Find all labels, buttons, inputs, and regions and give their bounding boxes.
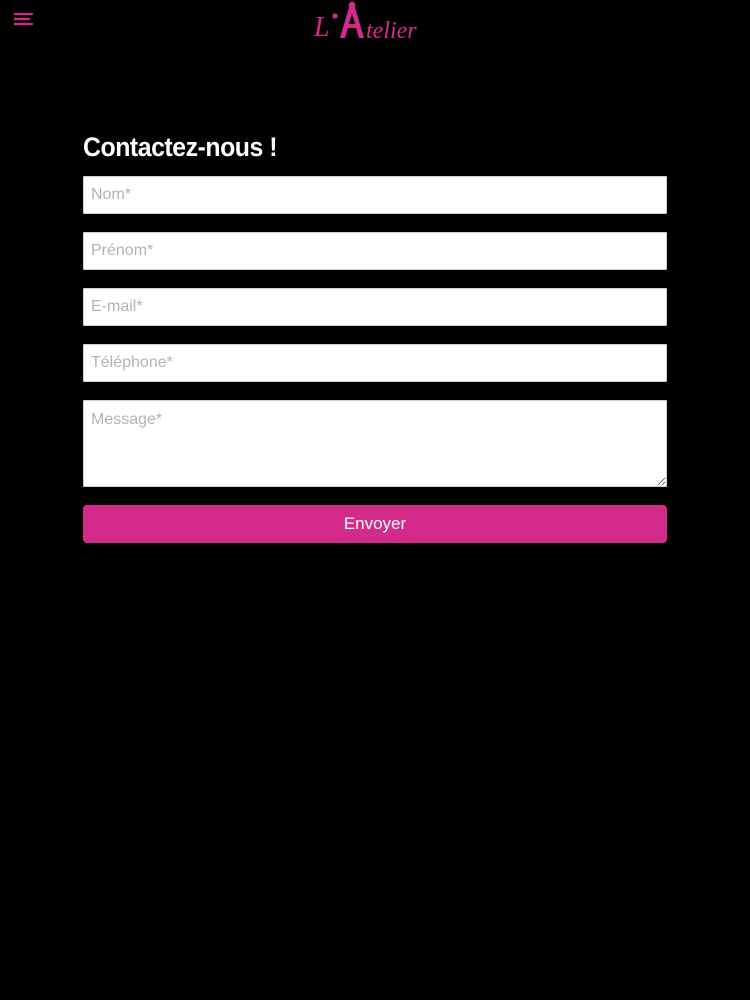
page-title: Contactez-nous ! — [83, 132, 278, 162]
contact-section: Contactez-nous ! Envoyer — [83, 128, 667, 543]
contact-form: Envoyer — [83, 176, 667, 543]
svg-text:telier: telier — [366, 18, 417, 44]
prenom-input[interactable] — [83, 232, 667, 270]
send-button[interactable]: Envoyer — [83, 505, 667, 543]
nom-input[interactable] — [83, 176, 667, 214]
svg-text:L: L — [313, 12, 330, 43]
email-input[interactable] — [83, 288, 667, 326]
contact-page: L telier Contactez-nous ! Envoyer — [0, 0, 750, 1000]
telephone-input[interactable] — [83, 344, 667, 382]
brand-logo[interactable]: L telier — [310, 0, 440, 48]
message-textarea[interactable] — [83, 400, 667, 487]
hamburger-menu-icon[interactable] — [12, 10, 36, 30]
